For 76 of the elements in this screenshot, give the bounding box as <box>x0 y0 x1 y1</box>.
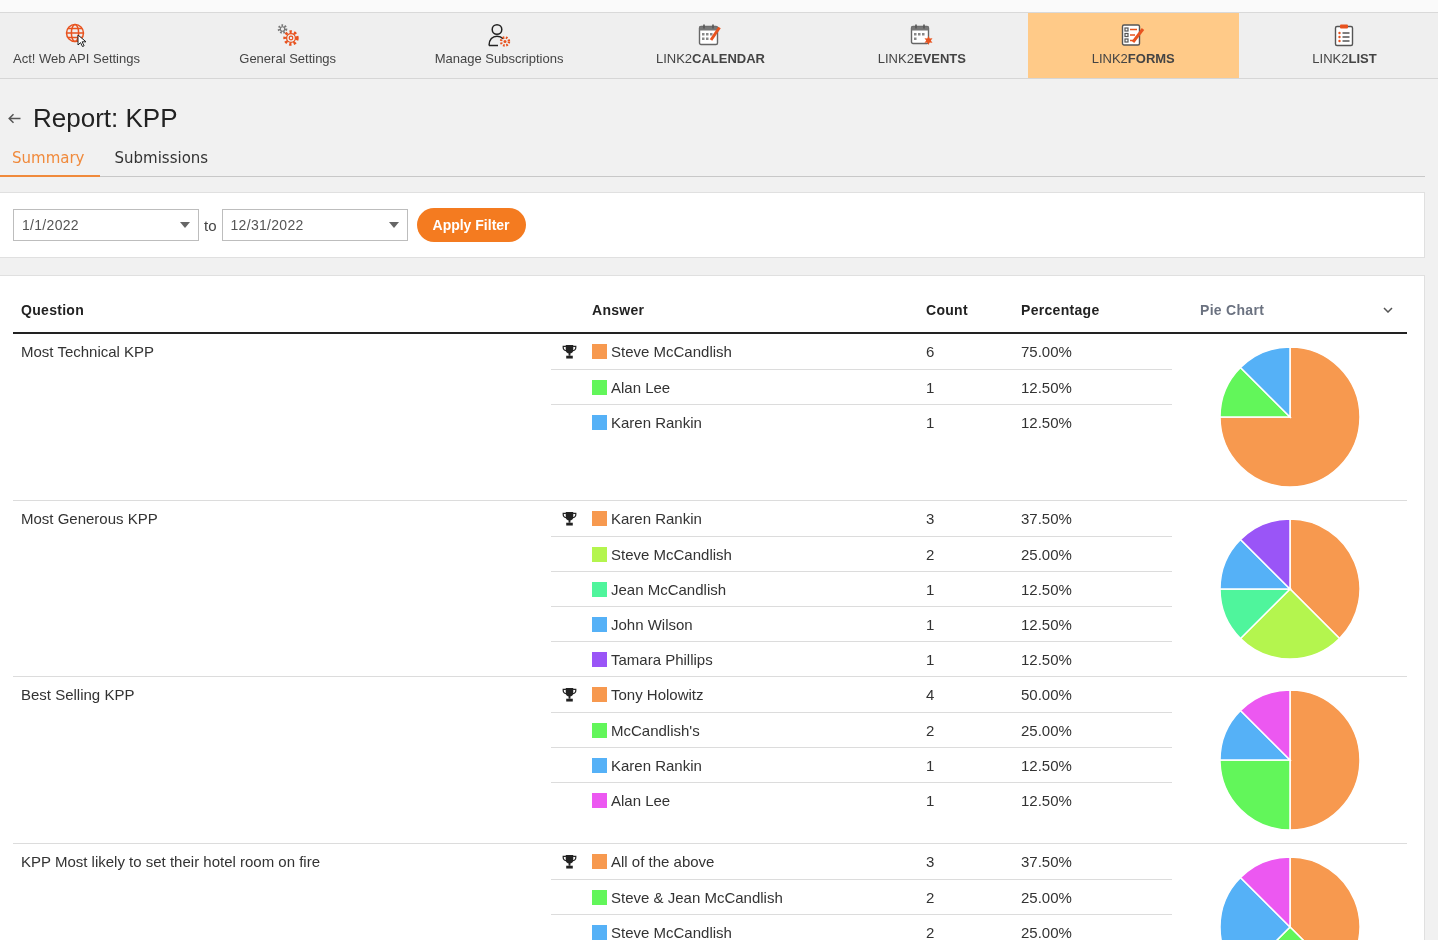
question-text: Best Selling KPP <box>21 686 135 703</box>
answer-text: Jean McCandlish <box>611 580 727 598</box>
nav-tab[interactable]: LINK2CALENDAR <box>604 13 817 78</box>
end-date-field[interactable]: 12/31/2022 <box>221 209 408 241</box>
start-date-field[interactable]: 1/1/2022 <box>13 209 199 241</box>
percentage-text: 12.50% <box>1021 791 1072 809</box>
answer-text: Karen Rankin <box>611 510 702 527</box>
count-text: 1 <box>926 413 935 431</box>
chart-type-dropdown[interactable]: Pie Chart <box>1192 298 1399 322</box>
page-title: Report: KPP <box>33 102 178 135</box>
answer-text: Steve McCandlish <box>611 545 732 563</box>
column-header: Question <box>20 302 86 318</box>
percentage-text: 12.50% <box>1021 756 1072 774</box>
percentage-text: 12.50% <box>1021 580 1072 598</box>
answer-text: Alan Lee <box>611 791 671 809</box>
back-arrow-icon[interactable] <box>8 112 21 124</box>
count-text: 1 <box>926 650 935 668</box>
count-text: 1 <box>926 756 935 774</box>
answer-text: Tony Holowitz <box>611 686 704 703</box>
answer-text: Steve & Jean McCandlish <box>611 888 783 906</box>
count-text: 1 <box>926 580 935 598</box>
nav-tab[interactable]: LINK2EVENTS <box>816 13 1028 78</box>
column-header: Answer <box>591 302 646 318</box>
count-text: 1 <box>926 791 935 809</box>
percentage-text: 25.00% <box>1021 888 1072 906</box>
answer-text: McCandlish's <box>611 721 700 739</box>
nav-tab[interactable]: LINK2FORMS <box>1027 13 1239 78</box>
form-pencil-icon <box>1121 23 1146 47</box>
nav-tab[interactable]: Manage Subscriptions <box>393 13 605 78</box>
calendar-pencil-icon <box>698 23 723 47</box>
caret-icon <box>180 222 190 228</box>
count-text: 2 <box>926 888 935 906</box>
answer-text: Karen Rankin <box>611 413 702 431</box>
range-label: to <box>204 216 217 234</box>
nav-tab[interactable]: Act! Web API Settings <box>0 13 182 78</box>
percentage-text: 37.50% <box>1021 853 1072 870</box>
percentage-text: 25.00% <box>1021 721 1072 739</box>
nav-tab[interactable]: LINK2LIST <box>1238 13 1438 78</box>
count-text: 1 <box>926 378 935 396</box>
caret-icon <box>388 222 399 228</box>
percentage-text: 50.00% <box>1021 686 1072 703</box>
count-text: 6 <box>926 343 935 360</box>
globe-cursor-icon <box>64 23 89 47</box>
answer-text: Alan Lee <box>611 378 671 396</box>
percentage-text: 25.00% <box>1021 545 1072 563</box>
answer-text: Tamara Phillips <box>611 650 713 668</box>
column-header: Percentage <box>1020 302 1101 318</box>
person-gear-icon <box>487 23 512 47</box>
percentage-text: 12.50% <box>1021 378 1072 396</box>
answer-text: Steve McCandlish <box>611 343 732 360</box>
count-text: 2 <box>926 721 935 739</box>
percentage-text: 12.50% <box>1021 650 1072 668</box>
tab[interactable]: Submissions <box>99 139 224 177</box>
question-text: Most Generous KPP <box>21 510 158 527</box>
answer-text: Steve McCandlish <box>611 923 732 940</box>
count-text: 3 <box>926 510 935 527</box>
count-text: 2 <box>926 545 935 563</box>
answer-text: Karen Rankin <box>611 756 702 774</box>
question-text: KPP Most likely to set their hotel room on fire <box>21 853 321 870</box>
percentage-text: 12.50% <box>1021 615 1072 633</box>
percentage-text: 12.50% <box>1021 413 1072 431</box>
nav-tab[interactable]: General Settings <box>182 13 394 78</box>
answer-text: All of the above <box>611 853 715 870</box>
count-text: 3 <box>926 853 935 870</box>
answer-text: John Wilson <box>611 615 693 633</box>
count-text: 4 <box>926 686 935 703</box>
chevron-down-icon <box>1383 307 1393 313</box>
count-text: 1 <box>926 615 935 633</box>
calendar-star-icon <box>909 23 934 47</box>
percentage-text: 37.50% <box>1021 510 1072 527</box>
column-header: Count <box>925 302 969 318</box>
question-text: Most Technical KPP <box>21 343 155 360</box>
count-text: 2 <box>926 923 935 940</box>
gears-icon <box>275 23 300 47</box>
percentage-text: 25.00% <box>1021 923 1072 940</box>
percentage-text: 75.00% <box>1021 343 1072 360</box>
